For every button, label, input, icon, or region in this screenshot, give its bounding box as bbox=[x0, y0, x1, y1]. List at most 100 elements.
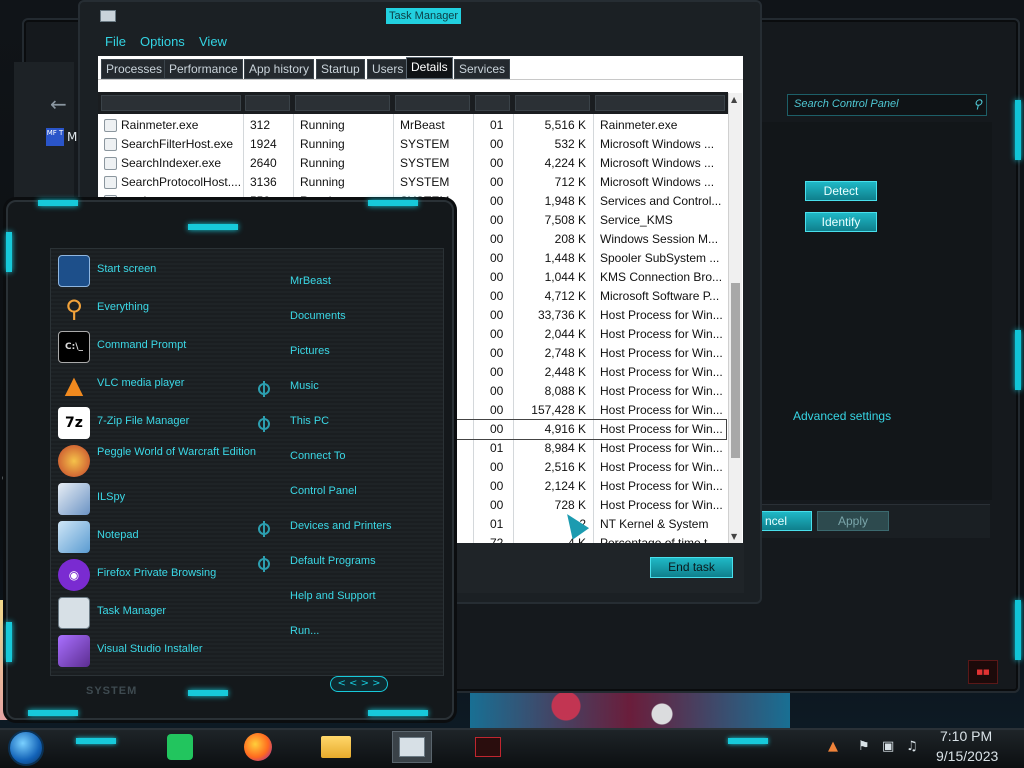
taskbar-firefox[interactable] bbox=[238, 731, 278, 763]
volume-icon[interactable]: ♫ bbox=[906, 739, 918, 754]
tab-performance[interactable]: Performance bbox=[164, 59, 243, 79]
start-menu-place[interactable]: Control Panel bbox=[290, 485, 357, 497]
taskbar-accent bbox=[728, 738, 768, 744]
start-menu-program[interactable]: 7z 7-Zip File Manager bbox=[58, 406, 258, 440]
list-scrollbar[interactable]: ▲ ▼ bbox=[728, 93, 742, 543]
table-row[interactable]: SearchProtocolHost.... 3136 Running SYSTEM 0… bbox=[100, 173, 726, 192]
tab-startup[interactable]: Startup bbox=[316, 59, 365, 79]
program-label: ILSpy bbox=[97, 491, 126, 503]
menu-file[interactable]: File bbox=[105, 34, 126, 49]
cell-desc: Service_KMS bbox=[600, 213, 673, 227]
detect-button[interactable]: Detect bbox=[805, 181, 877, 201]
cell-pid: 1924 bbox=[250, 137, 277, 151]
cell-desc: Spooler SubSystem ... bbox=[600, 251, 720, 265]
cell-name: SearchFilterHost.exe bbox=[121, 137, 234, 151]
7zip-icon: 7z bbox=[58, 407, 90, 439]
cell-cpu: 00 bbox=[490, 384, 504, 398]
column-header-description[interactable] bbox=[595, 95, 725, 111]
start-menu-program[interactable]: Start screen bbox=[58, 254, 258, 288]
start-menu-program[interactable]: ◉ Firefox Private Browsing bbox=[58, 558, 258, 592]
cell-mem: 1,448 K bbox=[544, 251, 586, 265]
taskbar-red-app[interactable] bbox=[468, 731, 508, 763]
cell-mem: 4,224 K bbox=[544, 156, 586, 170]
cell-desc: KMS Connection Bro... bbox=[600, 270, 722, 284]
start-menu-place[interactable]: Documents bbox=[290, 310, 346, 322]
cell-status: Running bbox=[300, 156, 345, 170]
program-label: Everything bbox=[97, 301, 149, 313]
control-panel-search-input[interactable]: Search Control Panel ⚲ bbox=[787, 94, 987, 116]
control-panel-nav-label[interactable]: M bbox=[67, 130, 77, 144]
cell-desc: Host Process for Win... bbox=[600, 479, 722, 493]
cell-cpu: 00 bbox=[490, 289, 504, 303]
apply-button[interactable]: Apply bbox=[817, 511, 889, 531]
identify-button[interactable]: Identify bbox=[805, 212, 877, 232]
search-icon[interactable]: ⚲ bbox=[973, 97, 982, 111]
column-header-name[interactable] bbox=[101, 95, 241, 111]
cell-mem: 33,736 K bbox=[537, 308, 586, 322]
tab-details[interactable]: Details bbox=[406, 57, 453, 79]
column-header-user[interactable] bbox=[395, 95, 470, 111]
column-header-cpu[interactable] bbox=[475, 95, 510, 111]
process-icon bbox=[104, 138, 117, 151]
start-menu-program[interactable]: ILSpy bbox=[58, 482, 258, 516]
start-menu-program[interactable]: ▲ VLC media player bbox=[58, 368, 258, 402]
task-manager-app-icon bbox=[100, 10, 116, 22]
column-header-status[interactable] bbox=[295, 95, 390, 111]
start-menu-place[interactable]: Run... bbox=[290, 625, 319, 637]
start-menu-program[interactable]: Notepad bbox=[58, 520, 258, 554]
cell-status: Running bbox=[300, 137, 345, 151]
cell-mem: 7,508 K bbox=[544, 213, 586, 227]
tab-services[interactable]: Services bbox=[454, 59, 511, 79]
clock-time[interactable]: 7:10 PM bbox=[940, 728, 992, 744]
flag-icon[interactable]: ⚑ bbox=[858, 739, 870, 754]
tray-app-icon[interactable]: ▲ bbox=[828, 739, 838, 754]
control-panel-main bbox=[758, 122, 992, 500]
start-menu-program[interactable]: C:\_ Command Prompt bbox=[58, 330, 258, 364]
scroll-up-icon[interactable]: ▲ bbox=[731, 95, 737, 104]
menu-view[interactable]: View bbox=[199, 34, 227, 49]
column-header-memory[interactable] bbox=[515, 95, 590, 111]
back-arrow-icon[interactable]: ← bbox=[50, 92, 67, 116]
table-row[interactable]: SearchIndexer.exe 2640 Running SYSTEM 00 4,22… bbox=[100, 154, 726, 173]
tab-processes[interactable]: Processes bbox=[101, 59, 168, 79]
cell-cpu: 01 bbox=[490, 118, 504, 132]
cell-cpu: 00 bbox=[490, 232, 504, 246]
cell-cpu: 00 bbox=[490, 346, 504, 360]
program-label: Peggle World of Warcraft Edition bbox=[97, 446, 256, 458]
advanced-settings-link[interactable]: Advanced settings bbox=[793, 409, 891, 423]
tab-users[interactable]: Users bbox=[367, 59, 409, 79]
cell-status: Running bbox=[300, 175, 345, 189]
start-menu-program[interactable]: ⚲ Everything bbox=[58, 292, 258, 326]
start-menu-place[interactable]: Music bbox=[290, 380, 319, 392]
network-icon[interactable]: ▣ bbox=[882, 739, 894, 754]
cell-cpu: 01 bbox=[490, 441, 504, 455]
menu-bar bbox=[98, 32, 744, 54]
start-menu-place[interactable]: Help and Support bbox=[290, 590, 376, 602]
scroll-down-icon[interactable]: ▼ bbox=[731, 532, 737, 541]
clock-date[interactable]: 9/15/2023 bbox=[936, 748, 998, 764]
taskbar-task-manager[interactable] bbox=[392, 731, 432, 763]
start-menu-program[interactable]: Visual Studio Installer bbox=[58, 634, 258, 668]
menu-options[interactable]: Options bbox=[140, 34, 185, 49]
tab-app-history[interactable]: App history bbox=[244, 59, 315, 79]
cell-desc: Host Process for Win... bbox=[600, 365, 722, 379]
start-menu-nav-arrows[interactable]: < < > > bbox=[330, 676, 388, 692]
table-row[interactable]: Rainmeter.exe 312 Running MrBeast 01 5,516 K R… bbox=[100, 116, 726, 135]
start-button[interactable] bbox=[8, 730, 44, 766]
start-menu-program[interactable]: Peggle World of Warcraft Edition bbox=[58, 444, 258, 478]
task-manager-icon bbox=[399, 737, 425, 757]
start-menu-place[interactable]: Default Programs bbox=[290, 555, 376, 567]
table-row[interactable]: SearchFilterHost.exe 1924 Running SYSTEM 00 5… bbox=[100, 135, 726, 154]
program-label: VLC media player bbox=[97, 377, 185, 389]
start-menu-place[interactable]: Pictures bbox=[290, 345, 330, 357]
taskbar-file-explorer[interactable] bbox=[316, 731, 356, 763]
start-menu-program[interactable]: Task Manager bbox=[58, 596, 258, 630]
column-header-pid[interactable] bbox=[245, 95, 290, 111]
start-menu-place[interactable]: MrBeast bbox=[290, 275, 331, 287]
start-menu-place[interactable]: This PC bbox=[290, 415, 329, 427]
start-menu-place[interactable]: Connect To bbox=[290, 450, 345, 462]
end-task-button[interactable]: End task bbox=[650, 557, 733, 578]
taskbar-sticky-notes[interactable] bbox=[160, 731, 200, 763]
start-menu-place[interactable]: Devices and Printers bbox=[290, 520, 392, 532]
scrollbar-thumb[interactable] bbox=[731, 283, 740, 458]
